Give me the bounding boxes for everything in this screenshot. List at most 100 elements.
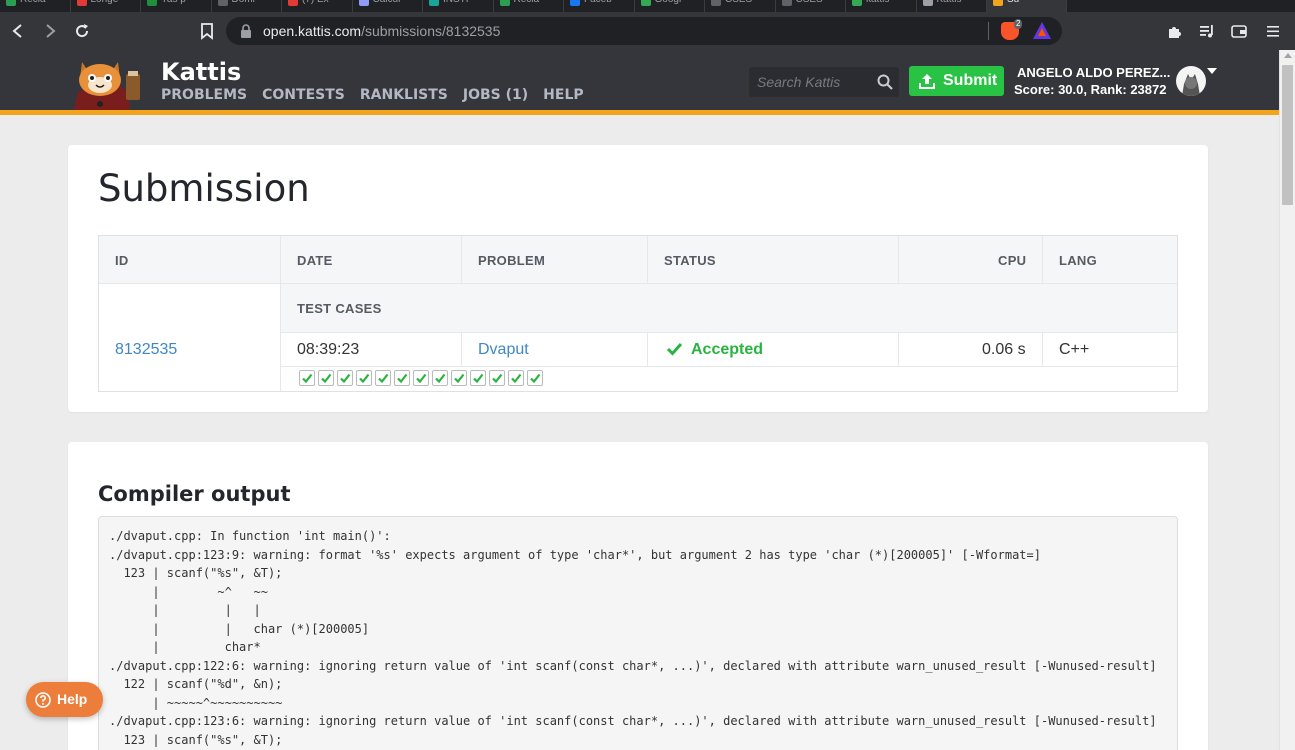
submission-id-link[interactable]: 8132535 [115, 341, 177, 359]
submit-label: Submit [943, 72, 998, 89]
browser-tab[interactable]: (7) Ex [282, 0, 353, 12]
scroll-up-arrow-icon[interactable] [1284, 53, 1292, 58]
bookmark-icon [201, 23, 213, 40]
tab-favicon-icon [288, 0, 298, 6]
divider [898, 333, 899, 366]
test-case-passed-icon[interactable] [299, 370, 315, 386]
nav-jobs[interactable]: JOBS (1) [463, 87, 528, 103]
brave-rewards-icon[interactable] [1033, 22, 1051, 39]
browser-tabstrip: Recla Longe Yas p Domi (7) Ex Calcul INSTI Recl… [0, 0, 1295, 12]
user-menu-caret-icon[interactable] [1207, 68, 1217, 74]
bookmark-button[interactable] [198, 21, 216, 41]
browser-tab[interactable]: Kattis [917, 0, 987, 12]
browser-tab[interactable]: Longe [71, 0, 141, 12]
language: C++ [1059, 341, 1090, 358]
browser-tab[interactable]: CSES [776, 0, 846, 12]
submission-card: Submission ID DATE PROBLEM STATUS CPU LA… [68, 145, 1208, 412]
tab-label: Recla [20, 0, 46, 5]
browser-tab[interactable]: Yas p [141, 0, 212, 12]
nav-problems[interactable]: PROBLEMS [161, 87, 247, 103]
tab-label: Faceb [584, 0, 612, 5]
test-case-passed-icon[interactable] [375, 370, 391, 386]
compiler-output-line: | char* [109, 640, 261, 655]
test-case-passed-icon[interactable] [394, 370, 410, 386]
user-name[interactable]: ANGELO ALDO PEREZ... [1017, 65, 1170, 80]
tab-favicon-icon [499, 0, 510, 6]
nav-contests[interactable]: CONTESTS [262, 87, 345, 103]
tab-favicon-icon [640, 0, 651, 6]
divider [461, 333, 462, 366]
divider [1042, 236, 1043, 284]
help-button[interactable]: Help [26, 682, 103, 717]
browser-tab[interactable]: Su [987, 0, 1067, 12]
compiler-output-line: | | | [109, 603, 261, 618]
browser-menu-icon[interactable] [1264, 22, 1282, 40]
avatar[interactable] [1176, 66, 1206, 96]
table-subheader-row: TEST CASES [281, 284, 1177, 333]
header-accent-stripe [0, 110, 1279, 115]
browser-tab[interactable]: Domi [212, 0, 282, 12]
forward-button[interactable] [40, 21, 60, 41]
tab-favicon-icon [217, 0, 228, 6]
browser-tab[interactable]: Calcul [353, 0, 423, 12]
browser-tab[interactable]: Faceb [564, 0, 635, 12]
reload-button[interactable] [72, 21, 92, 41]
compiler-output-title: Compiler output [98, 482, 291, 506]
page-scrollbar[interactable] [1279, 50, 1295, 750]
col-date: DATE [297, 253, 333, 268]
test-case-passed-icon[interactable] [527, 370, 543, 386]
search-input[interactable] [749, 67, 869, 97]
tab-label: kattis [866, 0, 889, 5]
test-case-passed-icon[interactable] [508, 370, 524, 386]
test-case-passed-icon[interactable] [432, 370, 448, 386]
test-case-passed-icon[interactable] [318, 370, 334, 386]
brave-shields-count: 2 [1014, 19, 1023, 29]
test-case-passed-icon[interactable] [337, 370, 353, 386]
divider [898, 236, 899, 284]
browser-tab[interactable]: Recla [0, 0, 71, 12]
scroll-thumb[interactable] [1282, 65, 1293, 205]
compiler-output-line: | ~^ ~~ [109, 584, 268, 599]
wallet-icon[interactable] [1230, 22, 1248, 40]
question-icon [35, 692, 51, 708]
divider [281, 366, 1177, 367]
search-icon[interactable] [876, 73, 894, 91]
test-case-passed-icon[interactable] [489, 370, 505, 386]
divider [280, 236, 281, 391]
browser-tab[interactable]: Googl [635, 0, 705, 12]
compiler-output-line: ./dvaput.cpp: In function 'int main()': [109, 529, 391, 543]
browser-tab[interactable]: kattis [846, 0, 917, 12]
problem-link[interactable]: Dvaput [478, 341, 529, 359]
back-button[interactable] [8, 21, 28, 41]
compiler-output-card: Compiler output ./dvaput.cpp: In functio… [68, 442, 1208, 750]
page-title: Submission [98, 167, 310, 210]
cpu-time: 0.06 s [982, 341, 1026, 358]
avatar-image [1182, 74, 1200, 96]
test-case-passed-icon[interactable] [413, 370, 429, 386]
browser-tab[interactable]: Recla [494, 0, 564, 12]
address-bar[interactable]: open.kattis.com/submissions/8132535 2 [226, 17, 1062, 45]
compiler-output-text: ./dvaput.cpp: In function 'int main()':.… [109, 527, 1157, 750]
search-box [749, 67, 899, 97]
test-case-passed-icon[interactable] [356, 370, 372, 386]
compiler-output-line: 123 | scanf("%s", &T); [109, 566, 283, 581]
tab-label: Yas p [161, 0, 186, 5]
col-lang: LANG [1059, 253, 1098, 268]
browser-tab[interactable]: INSTI [423, 0, 494, 12]
tab-label: CSES [796, 0, 823, 5]
extensions-icon[interactable] [1166, 22, 1184, 40]
submit-button[interactable]: Submit [909, 66, 1004, 96]
test-case-passed-icon[interactable] [470, 370, 486, 386]
playlist-icon[interactable] [1198, 22, 1216, 40]
tab-favicon-icon [76, 0, 87, 6]
test-case-passed-icon[interactable] [451, 370, 467, 386]
tab-favicon-icon [922, 0, 933, 6]
nav-help[interactable]: HELP [543, 87, 583, 103]
divider [647, 236, 648, 284]
brand-name[interactable]: Kattis [161, 58, 241, 86]
kattis-logo[interactable] [68, 54, 150, 110]
browser-tab[interactable]: CSES [705, 0, 776, 12]
nav-ranklists[interactable]: RANKLISTS [360, 87, 448, 103]
user-score: Score: 30.0, Rank: 23872 [1014, 82, 1167, 97]
compiler-output-line: ./dvaput.cpp:123:6: warning: ignoring re… [109, 714, 1157, 729]
